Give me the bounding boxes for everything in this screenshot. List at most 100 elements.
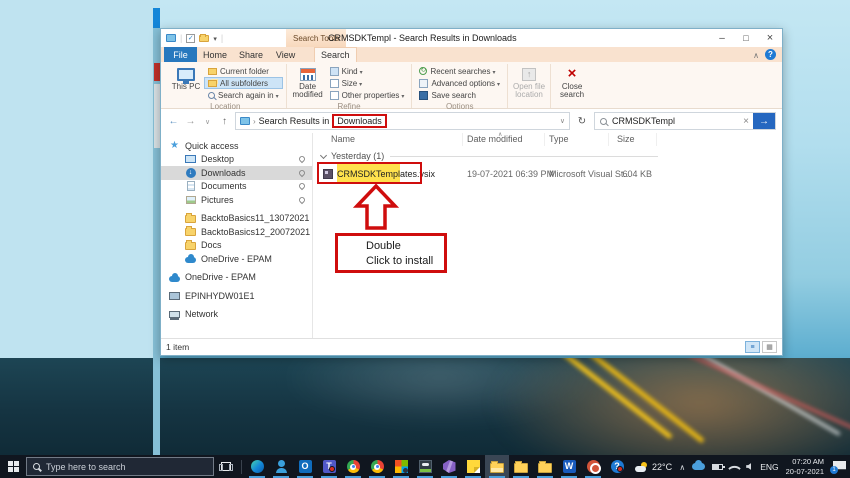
save-search-button[interactable]: Save search xyxy=(415,89,504,101)
help-icon[interactable] xyxy=(765,49,776,60)
outlook-icon[interactable] xyxy=(293,455,317,478)
breadcrumb-root[interactable]: Search Results in xyxy=(259,116,330,126)
clock[interactable]: 07:20 AM 20-07-2021 xyxy=(786,457,824,477)
sidebar-item-folder[interactable]: BacktoBasics11_13072021 xyxy=(161,212,312,226)
column-header-date[interactable]: Date modified xyxy=(463,133,545,146)
maximize-button[interactable] xyxy=(734,29,758,47)
chrome-icon[interactable] xyxy=(365,455,389,478)
taskbar-search-box[interactable]: Type here to search xyxy=(26,457,214,476)
recent-searches-button[interactable]: Recent searches xyxy=(415,65,504,77)
kind-button[interactable]: Kind xyxy=(326,65,409,77)
forward-button[interactable] xyxy=(184,116,197,127)
size-button[interactable]: Size xyxy=(326,77,409,89)
sidebar-item-pictures[interactable]: Pictures xyxy=(161,193,312,207)
other-properties-button[interactable]: Other properties xyxy=(326,89,409,101)
file-explorer-icon[interactable] xyxy=(485,455,509,478)
volume-icon[interactable] xyxy=(746,463,752,470)
date-modified-label: Date modified xyxy=(292,82,323,100)
get-help-icon[interactable] xyxy=(605,455,629,478)
task-view-button[interactable] xyxy=(214,455,238,478)
sidebar-item-onedrive[interactable]: OneDrive - EPAM xyxy=(161,252,312,266)
back-button[interactable] xyxy=(167,116,180,127)
battery-icon[interactable] xyxy=(712,463,726,470)
column-header-size[interactable]: Size xyxy=(609,133,657,146)
chrome-icon[interactable] xyxy=(341,455,365,478)
new-folder-icon[interactable] xyxy=(199,33,210,42)
up-button[interactable] xyxy=(218,116,231,127)
sticky-notes-icon[interactable] xyxy=(461,455,485,478)
group-header-yesterday[interactable]: Yesterday (1) xyxy=(313,151,658,161)
customize-qat-dropdown-icon[interactable] xyxy=(213,33,217,43)
collapse-ribbon-icon[interactable] xyxy=(753,50,759,60)
weather-widget[interactable]: 22°C xyxy=(629,461,678,472)
edge-icon[interactable] xyxy=(245,455,269,478)
folder-icon[interactable] xyxy=(533,455,557,478)
date-modified-button[interactable]: Date modified xyxy=(290,64,326,101)
sidebar-item-label: Downloads xyxy=(201,167,246,178)
start-button[interactable] xyxy=(0,455,26,478)
search-input[interactable]: CRMSDKTempl xyxy=(612,116,739,126)
minimize-button[interactable] xyxy=(710,29,734,47)
onedrive-tray-icon[interactable] xyxy=(692,460,706,470)
sidebar-item-downloads[interactable]: Downloads xyxy=(161,166,312,180)
sidebar-item-folder[interactable]: BacktoBasics12_20072021 xyxy=(161,225,312,239)
tab-home[interactable]: Home xyxy=(197,47,233,62)
notification-count-badge: 1 xyxy=(830,466,838,474)
tray-expand-icon[interactable] xyxy=(679,462,685,472)
breadcrumb[interactable]: Search Results in Downloads xyxy=(235,112,570,130)
search-again-button[interactable]: Search again in xyxy=(204,89,283,101)
large-icons-view-button[interactable] xyxy=(762,341,777,353)
network-icon[interactable] xyxy=(728,461,742,475)
close-search-button[interactable]: Close search xyxy=(554,64,590,100)
people-app-icon[interactable] xyxy=(269,455,293,478)
language-indicator[interactable]: ENG xyxy=(760,462,778,472)
tab-share[interactable]: Share xyxy=(233,47,269,62)
ribbon-group-refine: Date modified Kind Size Ot xyxy=(287,64,413,111)
recent-locations-dropdown-icon[interactable] xyxy=(201,116,214,127)
details-view-button[interactable] xyxy=(745,341,760,353)
sidebar-item-documents[interactable]: Documents xyxy=(161,180,312,194)
properties-icon[interactable] xyxy=(186,33,196,43)
network-icon xyxy=(169,310,180,318)
search-box[interactable]: CRMSDKTempl xyxy=(594,112,776,130)
teams-icon[interactable] xyxy=(317,455,341,478)
snagit-icon[interactable] xyxy=(581,455,605,478)
tab-search[interactable]: Search xyxy=(314,47,357,62)
this-pc-label: This PC xyxy=(171,82,201,91)
sidebar-item-onedrive-root[interactable]: OneDrive - EPAM xyxy=(161,271,312,285)
file-row-crmsdktemplates[interactable]: CRMSDKTempl ates.vsix 19-07-2021 06:39 PM… xyxy=(313,162,782,184)
column-header-type[interactable]: Type xyxy=(545,133,609,146)
title-bar[interactable]: | | Search Tools CRMSDKTempl - Search Re… xyxy=(161,29,782,47)
this-pc-button[interactable]: This PC xyxy=(168,64,204,101)
calendar-icon xyxy=(299,68,316,81)
clear-search-icon[interactable] xyxy=(739,116,753,127)
visual-studio-icon[interactable] xyxy=(437,455,461,478)
address-dropdown-icon[interactable] xyxy=(560,117,565,125)
advanced-options-button[interactable]: Advanced options xyxy=(415,77,504,89)
sidebar-item-network[interactable]: Network xyxy=(161,308,312,322)
file-name-cell[interactable]: CRMSDKTempl ates.vsix xyxy=(313,164,463,184)
dropdown-icon xyxy=(274,91,279,100)
breadcrumb-current-highlighted[interactable]: Downloads xyxy=(332,114,387,128)
sidebar-item-quick-access[interactable]: Quick access xyxy=(161,139,312,153)
column-header-name[interactable]: Name xyxy=(313,133,463,146)
search-go-button[interactable] xyxy=(753,113,775,129)
sidebar-item-folder[interactable]: Docs xyxy=(161,239,312,253)
action-center-button[interactable]: 1 xyxy=(830,461,846,474)
current-folder-button[interactable]: Current folder xyxy=(204,65,283,77)
tab-file[interactable]: File xyxy=(164,47,197,62)
refresh-icon[interactable] xyxy=(574,116,590,127)
sidebar-item-this-pc[interactable]: EPINHYDW01E1 xyxy=(161,289,312,303)
sidebar-item-desktop[interactable]: Desktop xyxy=(161,153,312,167)
remote-screen-icon[interactable] xyxy=(413,455,437,478)
all-subfolders-label: All subfolders xyxy=(220,78,269,88)
close-button[interactable] xyxy=(758,29,782,47)
folder-icon[interactable] xyxy=(509,455,533,478)
app-grid-icon[interactable] xyxy=(389,455,413,478)
word-icon[interactable] xyxy=(557,455,581,478)
annotation-line2: Click to install xyxy=(366,254,434,267)
this-pc-icon xyxy=(177,68,195,84)
all-subfolders-button[interactable]: All subfolders xyxy=(204,77,283,89)
tab-view[interactable]: View xyxy=(269,47,302,62)
open-file-location-button[interactable]: Open file location xyxy=(511,64,547,100)
